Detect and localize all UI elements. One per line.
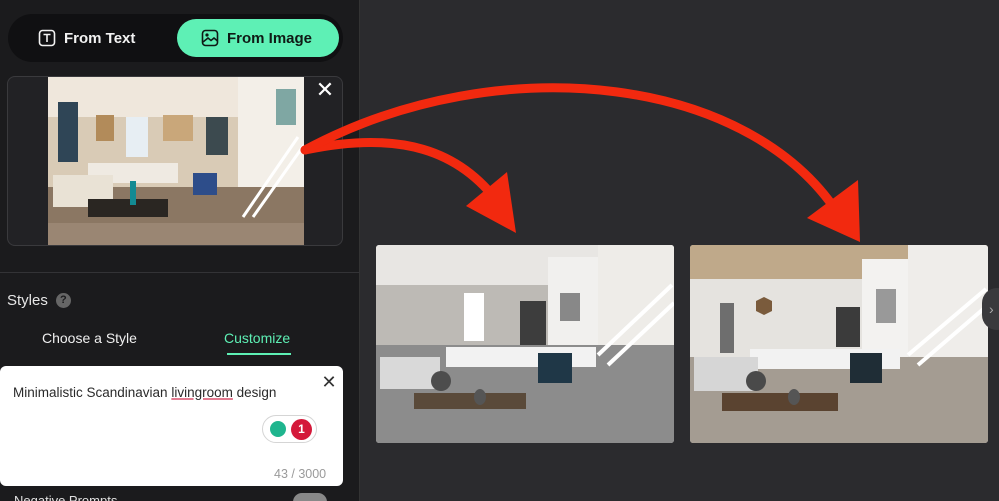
image-icon (201, 29, 219, 47)
from-text-label: From Text (64, 29, 136, 47)
mode-toggle: From Text From Image (8, 14, 343, 62)
tab-customize[interactable]: Customize (224, 330, 290, 346)
prompt-text-part: Minimalistic Scandinavian (13, 385, 172, 400)
result-image-2[interactable] (690, 245, 988, 443)
uploaded-image-box[interactable]: ✕ (7, 76, 343, 246)
styles-label: Styles (7, 292, 48, 309)
sidebar-panel: From Text From Image ✕ Styles ? Choose a… (0, 0, 360, 501)
misspelled-word: livingroom (171, 385, 233, 400)
result-image-1[interactable] (376, 245, 674, 443)
text-box-icon (38, 29, 56, 47)
styles-heading: Styles ? (7, 292, 71, 309)
annotation-arrowhead-2 (807, 180, 860, 242)
clear-prompt-icon[interactable]: ✕ (321, 373, 337, 391)
from-image-label: From Image (227, 29, 313, 47)
prompt-text[interactable]: Minimalistic Scandinavian livingroom des… (13, 385, 276, 400)
chevron-right-icon[interactable]: › (982, 288, 999, 330)
uploaded-image (48, 77, 304, 245)
help-icon[interactable]: ? (55, 293, 71, 308)
close-icon[interactable]: ✕ (314, 79, 336, 101)
from-image-button[interactable]: From Image (177, 19, 339, 57)
prompt-text-part: design (232, 385, 277, 400)
from-text-button[interactable]: From Text (38, 19, 135, 57)
negative-prompts-label: Negative Prompts (14, 493, 118, 501)
credit-cost-badge[interactable]: 1 (262, 415, 317, 443)
divider (0, 272, 360, 273)
annotation-arrow-2 (300, 83, 850, 230)
annotation-arrowhead-1 (466, 172, 516, 233)
active-tab-indicator (227, 353, 291, 355)
character-counter: 43 / 3000 (274, 467, 327, 481)
negative-prompts-toggle[interactable] (293, 493, 327, 501)
lightbulb-icon (270, 421, 286, 437)
credit-count: 1 (291, 419, 312, 440)
tab-choose-a-style[interactable]: Choose a Style (42, 330, 137, 346)
